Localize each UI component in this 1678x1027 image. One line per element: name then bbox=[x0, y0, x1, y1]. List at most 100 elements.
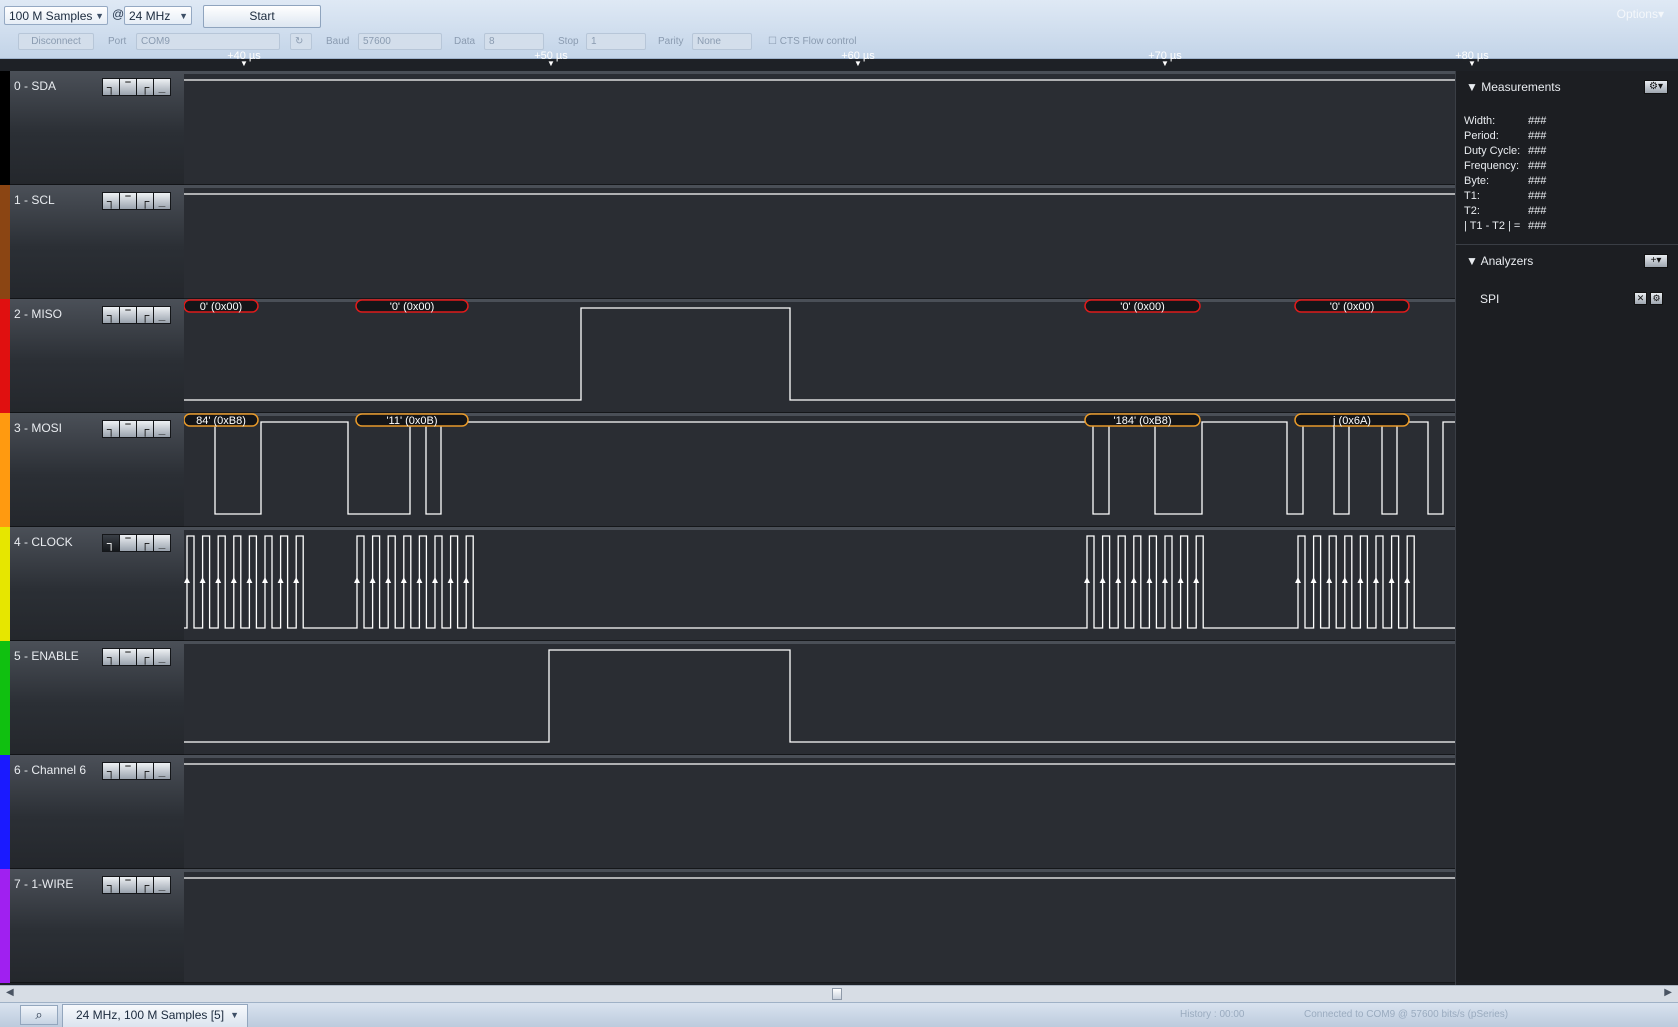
add-analyzer-button[interactable]: +▾ bbox=[1644, 254, 1668, 268]
channel-name: 5 - ENABLE bbox=[14, 649, 79, 663]
analyzers-title: Analyzers bbox=[1480, 254, 1534, 268]
trigger-buttons: ┐ ‾ ┌ _ bbox=[102, 306, 171, 324]
waveform-area[interactable] bbox=[184, 755, 1455, 869]
channel-label-panel[interactable]: 2 - MISO ┐ ‾ ┌ _ bbox=[10, 299, 184, 413]
clock-edge-arrow-icon bbox=[432, 577, 438, 583]
channel-label-panel[interactable]: 1 - SCL ┐ ‾ ┌ _ bbox=[10, 185, 184, 299]
remove-analyzer-button[interactable]: ✕ bbox=[1634, 292, 1647, 305]
measurement-label: T1: bbox=[1464, 190, 1480, 202]
scroll-thumb[interactable] bbox=[832, 988, 842, 1000]
measurement-value: ### bbox=[1528, 115, 1547, 127]
rising-edge-trigger-button[interactable]: ┐ bbox=[102, 534, 120, 552]
high-level-trigger-button[interactable]: ‾ bbox=[119, 78, 137, 96]
clock-edge-arrow-icon bbox=[215, 577, 222, 583]
channel-label-panel[interactable]: 4 - CLOCK ┐ ‾ ┌ _ bbox=[10, 527, 184, 641]
clock-edge-arrow-icon bbox=[1146, 577, 1153, 583]
measurement-label: | T1 - T2 | = bbox=[1464, 220, 1521, 232]
low-level-trigger-button[interactable]: _ bbox=[153, 192, 171, 210]
rising-edge-trigger-button[interactable]: ┐ bbox=[102, 78, 120, 96]
low-level-icon: _ bbox=[158, 422, 166, 436]
channel-label-panel[interactable]: 5 - ENABLE ┐ ‾ ┌ _ bbox=[10, 641, 184, 755]
high-level-trigger-button[interactable]: ‾ bbox=[119, 306, 137, 324]
horizontal-scrollbar[interactable]: ◀ ▶ bbox=[0, 985, 1678, 1003]
rising-edge-trigger-button[interactable]: ┐ bbox=[102, 648, 120, 666]
options-menu-button[interactable]: Options▾ bbox=[1617, 7, 1664, 21]
clock-edge-arrow-icon bbox=[1404, 577, 1411, 583]
chevron-down-icon: ▼ bbox=[179, 11, 188, 21]
channel-label-panel[interactable]: 0 - SDA ┐ ‾ ┌ _ bbox=[10, 71, 184, 185]
rising-edge-trigger-button[interactable]: ┐ bbox=[102, 420, 120, 438]
channel-name: 7 - 1-WIRE bbox=[14, 877, 74, 891]
waveform-area[interactable] bbox=[184, 185, 1455, 299]
channel-label-panel[interactable]: 7 - 1-WIRE ┐ ‾ ┌ _ bbox=[10, 869, 184, 983]
falling-edge-icon: ┌ bbox=[140, 422, 150, 436]
high-level-trigger-button[interactable]: ‾ bbox=[119, 648, 137, 666]
samples-dropdown[interactable]: 100 M Samples ▼ bbox=[4, 6, 108, 25]
low-level-trigger-button[interactable]: _ bbox=[153, 762, 171, 780]
waveform-area[interactable] bbox=[184, 641, 1455, 755]
low-level-trigger-button[interactable]: _ bbox=[153, 876, 171, 894]
falling-edge-trigger-button[interactable]: ┌ bbox=[136, 192, 154, 210]
waveform-area[interactable] bbox=[184, 869, 1455, 983]
analyzers-header[interactable]: ▼ Analyzers bbox=[1466, 254, 1533, 268]
rising-edge-trigger-button[interactable]: ┐ bbox=[102, 876, 120, 894]
clock-edge-arrow-icon bbox=[1193, 577, 1200, 583]
clock-edge-arrow-icon bbox=[1357, 577, 1364, 583]
falling-edge-trigger-button[interactable]: ┌ bbox=[136, 78, 154, 96]
falling-edge-trigger-button[interactable]: ┌ bbox=[136, 420, 154, 438]
high-level-trigger-button[interactable]: ‾ bbox=[119, 420, 137, 438]
analyzer-settings-button[interactable]: ⚙ bbox=[1650, 292, 1663, 305]
rising-edge-icon: ┐ bbox=[106, 764, 116, 778]
falling-edge-trigger-button[interactable]: ┌ bbox=[136, 534, 154, 552]
high-level-trigger-button[interactable]: ‾ bbox=[119, 762, 137, 780]
channel-color-stripe bbox=[0, 527, 10, 641]
measurement-label: Byte: bbox=[1464, 175, 1490, 187]
falling-edge-trigger-button[interactable]: ┌ bbox=[136, 648, 154, 666]
measurement-label: T2: bbox=[1464, 205, 1480, 217]
clock-edge-arrow-icon bbox=[184, 577, 190, 583]
high-level-trigger-button[interactable]: ‾ bbox=[119, 534, 137, 552]
high-level-icon: ‾ bbox=[126, 194, 130, 208]
at-sign-label: @ bbox=[112, 7, 125, 21]
waveform-area[interactable]: 84' (0xB8) '11' (0x0B) '184' (0xB8) j (0x6A… bbox=[184, 413, 1455, 527]
low-level-trigger-button[interactable]: _ bbox=[153, 78, 171, 96]
scroll-right-icon[interactable]: ▶ bbox=[1664, 987, 1672, 998]
low-level-trigger-button[interactable]: _ bbox=[153, 534, 171, 552]
start-button[interactable]: Start bbox=[203, 5, 321, 28]
measurements-header[interactable]: ▼ Measurements bbox=[1466, 80, 1561, 94]
clock-edge-arrow-icon bbox=[277, 577, 284, 583]
rate-dropdown[interactable]: 24 MHz ▼ bbox=[124, 6, 192, 25]
measurements-settings-button[interactable]: ⚙▾ bbox=[1644, 80, 1668, 94]
search-button[interactable]: ⌕ bbox=[20, 1005, 58, 1025]
rising-edge-trigger-button[interactable]: ┐ bbox=[102, 306, 120, 324]
high-level-icon: ‾ bbox=[126, 650, 130, 664]
channel-name: 0 - SDA bbox=[14, 79, 57, 93]
falling-edge-icon: ┌ bbox=[140, 650, 150, 664]
scroll-left-icon[interactable]: ◀ bbox=[6, 987, 14, 998]
waveform-svg: 0' (0x00) '0' (0x00) '0' (0x00) '0' (0x00) bbox=[184, 299, 1455, 401]
rising-edge-trigger-button[interactable]: ┐ bbox=[102, 762, 120, 780]
falling-edge-trigger-button[interactable]: ┌ bbox=[136, 306, 154, 324]
channel-label-panel[interactable]: 6 - Channel 6 ┐ ‾ ┌ _ bbox=[10, 755, 184, 869]
high-level-trigger-button[interactable]: ‾ bbox=[119, 876, 137, 894]
low-level-trigger-button[interactable]: _ bbox=[153, 648, 171, 666]
channel-label-panel[interactable]: 3 - MOSI ┐ ‾ ┌ _ bbox=[10, 413, 184, 527]
falling-edge-trigger-button[interactable]: ┌ bbox=[136, 876, 154, 894]
session-tab[interactable]: 24 MHz, 100 M Samples [5] ▼ bbox=[62, 1004, 248, 1027]
waveform-svg: 84' (0xB8) '11' (0x0B) '184' (0xB8) j (0x6A… bbox=[184, 413, 1455, 515]
waveform-area[interactable] bbox=[184, 527, 1455, 641]
rising-edge-trigger-button[interactable]: ┐ bbox=[102, 192, 120, 210]
low-level-trigger-button[interactable]: _ bbox=[153, 306, 171, 324]
clock-edge-arrow-icon bbox=[199, 577, 206, 583]
channel-row: 6 - Channel 6 ┐ ‾ ┌ _ bbox=[0, 755, 1455, 869]
waveform-area[interactable]: 0' (0x00) '0' (0x00) '0' (0x00) '0' (0x00) bbox=[184, 299, 1455, 413]
rising-edge-icon: ┐ bbox=[106, 308, 116, 322]
high-level-trigger-button[interactable]: ‾ bbox=[119, 192, 137, 210]
channel-color-stripe bbox=[0, 71, 10, 185]
falling-edge-trigger-button[interactable]: ┌ bbox=[136, 762, 154, 780]
analyzer-item-spi[interactable]: SPI bbox=[1480, 292, 1499, 306]
samples-value: 100 M Samples bbox=[9, 9, 93, 23]
decode-label: 0' (0x00) bbox=[200, 301, 242, 313]
low-level-trigger-button[interactable]: _ bbox=[153, 420, 171, 438]
waveform-area[interactable] bbox=[184, 71, 1455, 185]
